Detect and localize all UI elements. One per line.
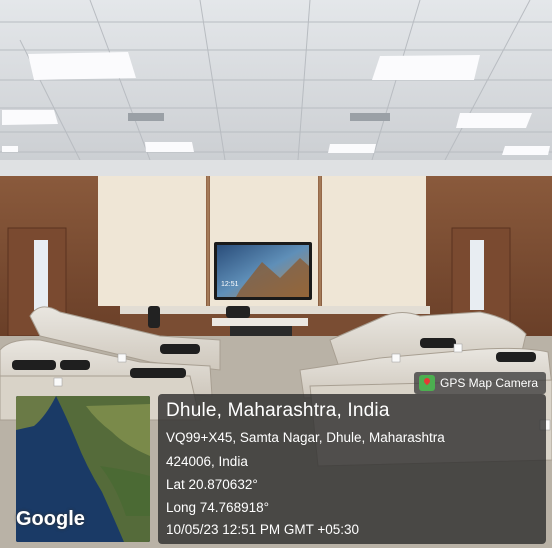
latitude-text: Lat 20.870632°: [166, 477, 258, 492]
map-pin-icon: [419, 375, 435, 391]
address-line-1: VQ99+X45, Samta Nagar, Dhule, Maharashtr…: [166, 430, 445, 445]
badge-label: GPS Map Camera: [440, 376, 539, 390]
location-title: Dhule, Maharashtra, India: [166, 400, 390, 421]
gps-map-camera-badge: GPS Map Camera: [414, 372, 546, 394]
google-attribution: Google: [16, 508, 85, 530]
location-info-panel: Dhule, Maharashtra, India VQ99+X45, Samt…: [158, 394, 546, 544]
address-line-2: 424006, India: [166, 454, 248, 469]
longitude-text: Long 74.768918°: [166, 500, 269, 515]
tv-clock: 12:51: [221, 281, 239, 288]
datetime-text: 10/05/23 12:51 PM GMT +05:30: [166, 522, 360, 537]
photo-frame: 12:51 Google GPS Map Camera Dhule, Mahar…: [0, 0, 552, 548]
